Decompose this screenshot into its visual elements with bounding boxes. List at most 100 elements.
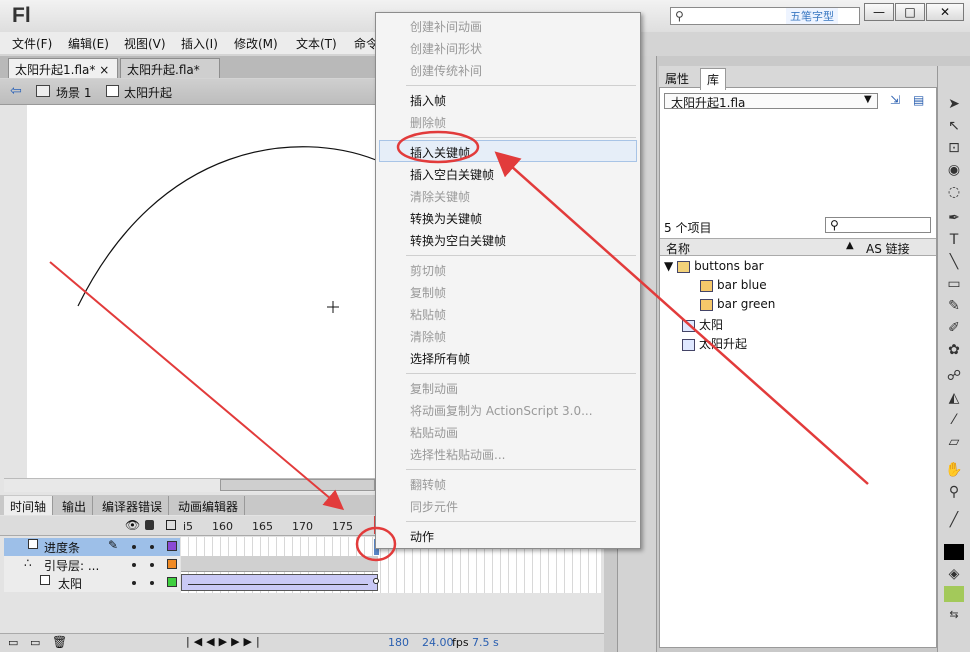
menu-item-copy-motion-as3[interactable]: 将动画复制为 ActionScript 3.0...	[410, 402, 593, 419]
library-item[interactable]: 太阳	[682, 316, 723, 333]
3d-rotation-icon[interactable]: ◉	[943, 162, 965, 178]
swap-colors-icon[interactable]: ⇆	[943, 608, 965, 621]
delete-layer-icon[interactable]: 🗑	[52, 635, 67, 649]
menu-item-synchronize-symbols[interactable]: 同步元件	[410, 498, 458, 515]
zoom-tool-icon[interactable]: ⚲	[943, 484, 965, 500]
rectangle-tool-icon[interactable]: ▭	[943, 276, 965, 292]
visibility-dot[interactable]	[132, 581, 136, 585]
guide-layer-icon: ∴	[24, 556, 32, 570]
menu-item-actions[interactable]: 动作	[410, 528, 434, 545]
new-folder-icon[interactable]: ▭	[30, 636, 40, 649]
stroke-swatch[interactable]	[944, 544, 964, 560]
current-frame[interactable]: 180	[388, 636, 409, 649]
paint-bucket-icon[interactable]: ◭	[943, 390, 965, 406]
tab-output[interactable]: 输出	[56, 496, 94, 515]
ruler-tick: 175	[332, 520, 353, 533]
pencil-tool-icon[interactable]: ✎	[943, 298, 965, 314]
menu-item-copy-motion[interactable]: 复制动画	[410, 380, 458, 397]
menu-item-insert-frame[interactable]: 插入帧	[410, 92, 446, 109]
layer-color-swatch[interactable]	[167, 577, 177, 587]
eraser-icon[interactable]: ▱	[943, 434, 965, 450]
menu-item-insert-keyframe[interactable]: 插入关键帧	[410, 144, 470, 161]
menu-item-reverse-frames[interactable]: 翻转帧	[410, 476, 446, 493]
menu-item-clear-frames[interactable]: 清除帧	[410, 328, 446, 345]
tab-timeline[interactable]: 时间轴	[4, 496, 54, 515]
button-symbol-icon	[700, 279, 713, 292]
menu-item-convert-to-keyframes[interactable]: 转换为关键帧	[410, 210, 482, 227]
deco-tool-icon[interactable]: ✿	[943, 342, 965, 358]
tab-motion-editor[interactable]: 动画编辑器	[172, 496, 246, 515]
library-file-select[interactable]: 太阳升起1.fla	[664, 93, 878, 110]
fill-color-icon[interactable]: ◈	[943, 566, 965, 582]
lock-dot[interactable]	[150, 581, 154, 585]
col-linkage[interactable]: AS 链接	[866, 240, 910, 257]
menu-item-select-all-frames[interactable]: 选择所有帧	[410, 350, 470, 367]
outline-icon[interactable]	[166, 520, 176, 530]
pen-tool-icon[interactable]: ✒	[943, 210, 965, 226]
subselection-tool-icon[interactable]: ↖	[943, 118, 965, 134]
text-tool-icon[interactable]: T	[943, 232, 965, 248]
layer-color-swatch[interactable]	[167, 541, 177, 551]
tab-properties[interactable]: 属性	[665, 70, 689, 87]
menu-item-create-motion-tween[interactable]: 创建补间动画	[410, 18, 482, 35]
menu-item-copy-frames[interactable]: 复制帧	[410, 284, 446, 301]
menu-item-paste-frames[interactable]: 粘贴帧	[410, 306, 446, 323]
stroke-color-icon[interactable]: ╱	[943, 512, 965, 528]
new-layer-icon[interactable]: ▭	[8, 636, 18, 649]
library-item[interactable]: bar green	[700, 297, 775, 311]
menu-item-convert-to-blank-keyframes[interactable]: 转换为空白关键帧	[410, 232, 506, 249]
col-name[interactable]: 名称	[666, 240, 690, 257]
lock-icon[interactable]	[145, 520, 154, 530]
tab-library[interactable]: 库	[700, 68, 727, 90]
lasso-icon[interactable]: ◌	[943, 184, 965, 200]
guide-frame-span[interactable]	[181, 556, 378, 572]
menu-item-cut-frames[interactable]: 剪切帧	[410, 262, 446, 279]
library-search-input[interactable]: ⚲	[825, 217, 931, 233]
tween-frame-span[interactable]	[181, 574, 378, 591]
library-item[interactable]: bar blue	[700, 278, 767, 292]
scrollbar-thumb[interactable]	[220, 479, 375, 491]
visibility-dot[interactable]	[132, 563, 136, 567]
pin-icon[interactable]: ⇲	[890, 93, 900, 107]
layer-icon	[28, 539, 38, 549]
eye-icon[interactable]: 👁	[125, 518, 140, 532]
item-label: buttons bar	[694, 259, 764, 273]
chevron-down-icon[interactable]: ▼	[864, 94, 872, 105]
layer-row-sun[interactable]: 太阳	[4, 574, 180, 592]
library-item[interactable]: 太阳升起	[682, 335, 747, 352]
lock-dot[interactable]	[150, 563, 154, 567]
lock-dot[interactable]	[150, 545, 154, 549]
elapsed-time: 7.5 s	[472, 636, 499, 649]
visibility-dot[interactable]	[132, 545, 136, 549]
menu-item-clear-keyframe[interactable]: 清除关键帧	[410, 188, 470, 205]
menu-item-remove-frames[interactable]: 删除帧	[410, 114, 446, 131]
new-library-icon[interactable]: ▤	[913, 93, 924, 107]
timeline-controls	[0, 633, 604, 652]
menu-item-paste-motion[interactable]: 粘贴动画	[410, 424, 458, 441]
ruler-tick: 160	[212, 520, 233, 533]
layer-color-swatch[interactable]	[167, 559, 177, 569]
layer-row-progress[interactable]: 进度条 ✎	[4, 538, 180, 556]
selection-tool-icon[interactable]: ➤	[943, 96, 965, 112]
brush-tool-icon[interactable]: ✐	[943, 320, 965, 336]
library-item-count: 5 个项目	[664, 221, 712, 235]
frame-rate[interactable]: 24.00	[422, 636, 454, 649]
menu-item-paste-motion-special[interactable]: 选择性粘贴动画...	[410, 446, 505, 463]
expand-icon[interactable]: ▼	[664, 259, 673, 273]
playback-controls-icon[interactable]: |◀◀▶▶▶|	[186, 635, 264, 648]
menu-item-create-classic-tween[interactable]: 创建传统补间	[410, 62, 482, 79]
line-tool-icon[interactable]: ╲	[943, 254, 965, 270]
fill-swatch[interactable]	[944, 586, 964, 602]
free-transform-icon[interactable]: ⊡	[943, 140, 965, 156]
eyedropper-icon[interactable]: ⁄	[943, 412, 965, 428]
library-item-folder[interactable]: ▼ buttons bar	[664, 259, 764, 273]
keyframe-marker[interactable]	[373, 578, 379, 584]
sort-icon[interactable]: ▲	[846, 240, 854, 251]
menu-separator	[406, 373, 636, 374]
layer-row-guide[interactable]: ∴ 引导层: ...	[4, 556, 180, 574]
menu-item-insert-blank-keyframe[interactable]: 插入空白关键帧	[410, 166, 494, 183]
menu-item-create-shape-tween[interactable]: 创建补间形状	[410, 40, 482, 57]
bone-tool-icon[interactable]: ☍	[943, 368, 965, 384]
hand-tool-icon[interactable]: ✋	[943, 462, 965, 478]
tab-compiler-errors[interactable]: 编译器错误	[96, 496, 170, 515]
